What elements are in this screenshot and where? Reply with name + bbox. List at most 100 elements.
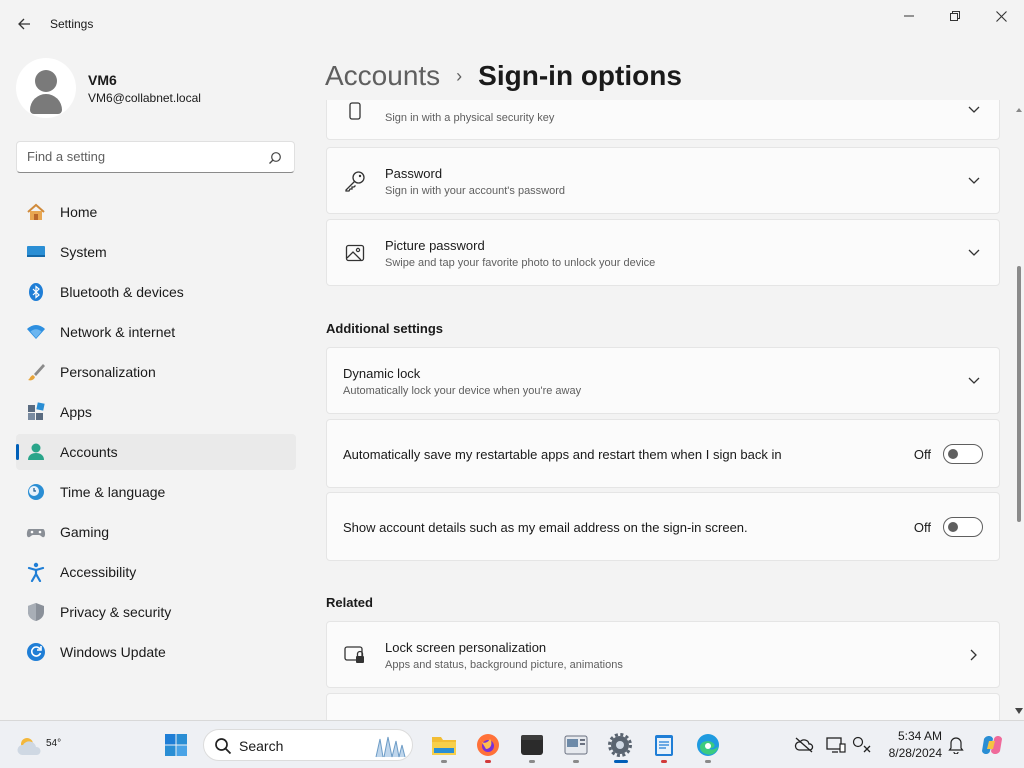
lock-screen-icon: [343, 643, 367, 667]
chevron-down-icon: [967, 174, 981, 188]
sidebar-item-label: Home: [60, 204, 98, 220]
security-key-card[interactable]: Sign in with a physical security key: [326, 100, 1000, 140]
taskbar-search[interactable]: Search: [203, 729, 413, 761]
sidebar-item-network[interactable]: Network & internet: [16, 314, 296, 350]
wifi-icon: [26, 322, 46, 342]
edge-icon: [697, 734, 719, 756]
firefox-icon: [477, 734, 499, 756]
password-subtitle: Sign in with your account's password: [385, 185, 566, 197]
sidebar-item-windows-update[interactable]: Windows Update: [16, 634, 296, 670]
weather-cloud-icon: [17, 738, 41, 755]
scroll-down-arrow-icon[interactable]: [1015, 708, 1023, 714]
sidebar-item-label: Accessibility: [60, 564, 137, 580]
sidebar-item-label: Network & internet: [60, 324, 176, 340]
sidebar-item-time-language[interactable]: Time & language: [16, 474, 296, 510]
related-card-partial[interactable]: [326, 693, 1000, 720]
toggle-state-label: Off: [913, 520, 931, 535]
chevron-down-icon: [967, 374, 981, 388]
sidebar-item-home[interactable]: Home: [16, 194, 296, 230]
notepad-icon: [655, 735, 673, 756]
terminal-taskbar-button[interactable]: [516, 729, 548, 763]
restart-apps-toggle[interactable]: [943, 444, 983, 464]
sidebar-item-system[interactable]: System: [16, 234, 296, 270]
display-icon[interactable]: [826, 735, 846, 755]
user-profile[interactable]: VM6 VM6@collabnet.local: [16, 58, 296, 118]
breadcrumb-parent[interactable]: Accounts: [325, 60, 440, 92]
notification-bell-icon[interactable]: [946, 735, 966, 755]
gamepad-icon: [26, 522, 46, 542]
search-input[interactable]: [27, 149, 257, 164]
apps-icon: [26, 402, 46, 422]
sidebar-item-privacy[interactable]: Privacy & security: [16, 594, 296, 630]
sidebar-item-personalization[interactable]: Personalization: [16, 354, 296, 390]
sidebar-item-accessibility[interactable]: Accessibility: [16, 554, 296, 590]
search-icon: [215, 738, 232, 755]
settings-taskbar-button[interactable]: [604, 729, 636, 763]
lock-screen-card[interactable]: Lock screen personalization Apps and sta…: [326, 621, 1000, 688]
sidebar-item-apps[interactable]: Apps: [16, 394, 296, 430]
start-button[interactable]: [160, 729, 192, 761]
profile-name: VM6: [88, 72, 117, 88]
copilot-icon[interactable]: [980, 733, 1004, 757]
update-icon: [26, 642, 46, 662]
sidebar-item-gaming[interactable]: Gaming: [16, 514, 296, 550]
close-button[interactable]: [978, 0, 1024, 32]
sidebar-item-accounts[interactable]: Accounts: [16, 434, 296, 470]
chevron-right-icon: [967, 648, 981, 662]
toggle-state-label: Off: [913, 447, 931, 462]
restore-button[interactable]: [932, 0, 978, 32]
vertical-scrollbar[interactable]: [1014, 100, 1024, 720]
media-app-taskbar-button[interactable]: [560, 729, 592, 763]
brush-icon: [26, 362, 46, 382]
minimize-button[interactable]: [886, 0, 932, 32]
firefox-taskbar-button[interactable]: [472, 729, 504, 763]
clock-time[interactable]: 5:34 AM: [890, 729, 942, 743]
chevron-down-icon: [967, 246, 981, 260]
password-card[interactable]: Password Sign in with your account's pas…: [326, 147, 1000, 214]
sidebar-item-bluetooth[interactable]: Bluetooth & devices: [16, 274, 296, 310]
picture-password-card[interactable]: Picture password Swipe and tap your favo…: [326, 219, 1000, 286]
media-app-icon: [564, 735, 588, 755]
scroll-thumb[interactable]: [1017, 266, 1021, 522]
sidebar-item-label: Time & language: [60, 484, 166, 500]
weather-widget[interactable]: 54°: [14, 729, 61, 761]
dynamic-lock-card[interactable]: Dynamic lock Automatically lock your dev…: [326, 347, 1000, 414]
network-status-icon[interactable]: [852, 735, 872, 755]
restart-apps-label: Automatically save my restartable apps a…: [343, 447, 782, 462]
app-title: Settings: [50, 17, 94, 31]
file-explorer-taskbar-button[interactable]: [428, 729, 460, 763]
picture-password-title: Picture password: [385, 238, 485, 253]
password-title: Password: [385, 166, 443, 181]
edge-taskbar-button[interactable]: [692, 729, 724, 763]
weather-temperature: 54°: [46, 738, 62, 749]
title-bar: Settings: [0, 0, 1024, 48]
find-setting-search[interactable]: [16, 141, 295, 173]
account-details-card: Show account details such as my email ad…: [326, 492, 1000, 561]
windows-logo-icon: [165, 734, 187, 756]
breadcrumb: Accounts › Sign-in options: [325, 56, 682, 96]
account-details-label: Show account details such as my email ad…: [343, 520, 748, 535]
home-icon: [26, 202, 46, 222]
chevron-down-icon: [967, 103, 981, 117]
clock-globe-icon: [26, 482, 46, 502]
lock-screen-subtitle: Apps and status, background picture, ani…: [385, 659, 623, 671]
shield-icon: [26, 602, 46, 622]
account-details-toggle[interactable]: [943, 517, 983, 537]
restart-apps-card: Automatically save my restartable apps a…: [326, 419, 1000, 488]
taskbar-search-label: Search: [239, 738, 284, 754]
clock-date[interactable]: 8/28/2024: [880, 746, 942, 760]
onedrive-offline-icon[interactable]: [794, 735, 814, 755]
sidebar-item-label: Personalization: [60, 364, 156, 380]
scroll-up-arrow-icon[interactable]: [1016, 108, 1022, 112]
notepad-taskbar-button[interactable]: [648, 729, 680, 763]
key-icon: [343, 169, 367, 193]
dynamic-lock-title: Dynamic lock: [343, 366, 421, 381]
related-heading: Related: [326, 595, 373, 610]
file-explorer-icon: [432, 737, 456, 755]
sidebar-item-label: Apps: [60, 404, 92, 420]
picture-icon: [343, 241, 367, 265]
back-button[interactable]: [12, 12, 36, 36]
taskbar: 54° Search 5:34 AM 8/28/2024: [0, 720, 1024, 768]
restore-icon: [950, 11, 960, 21]
sidebar-item-label: Windows Update: [60, 644, 166, 660]
